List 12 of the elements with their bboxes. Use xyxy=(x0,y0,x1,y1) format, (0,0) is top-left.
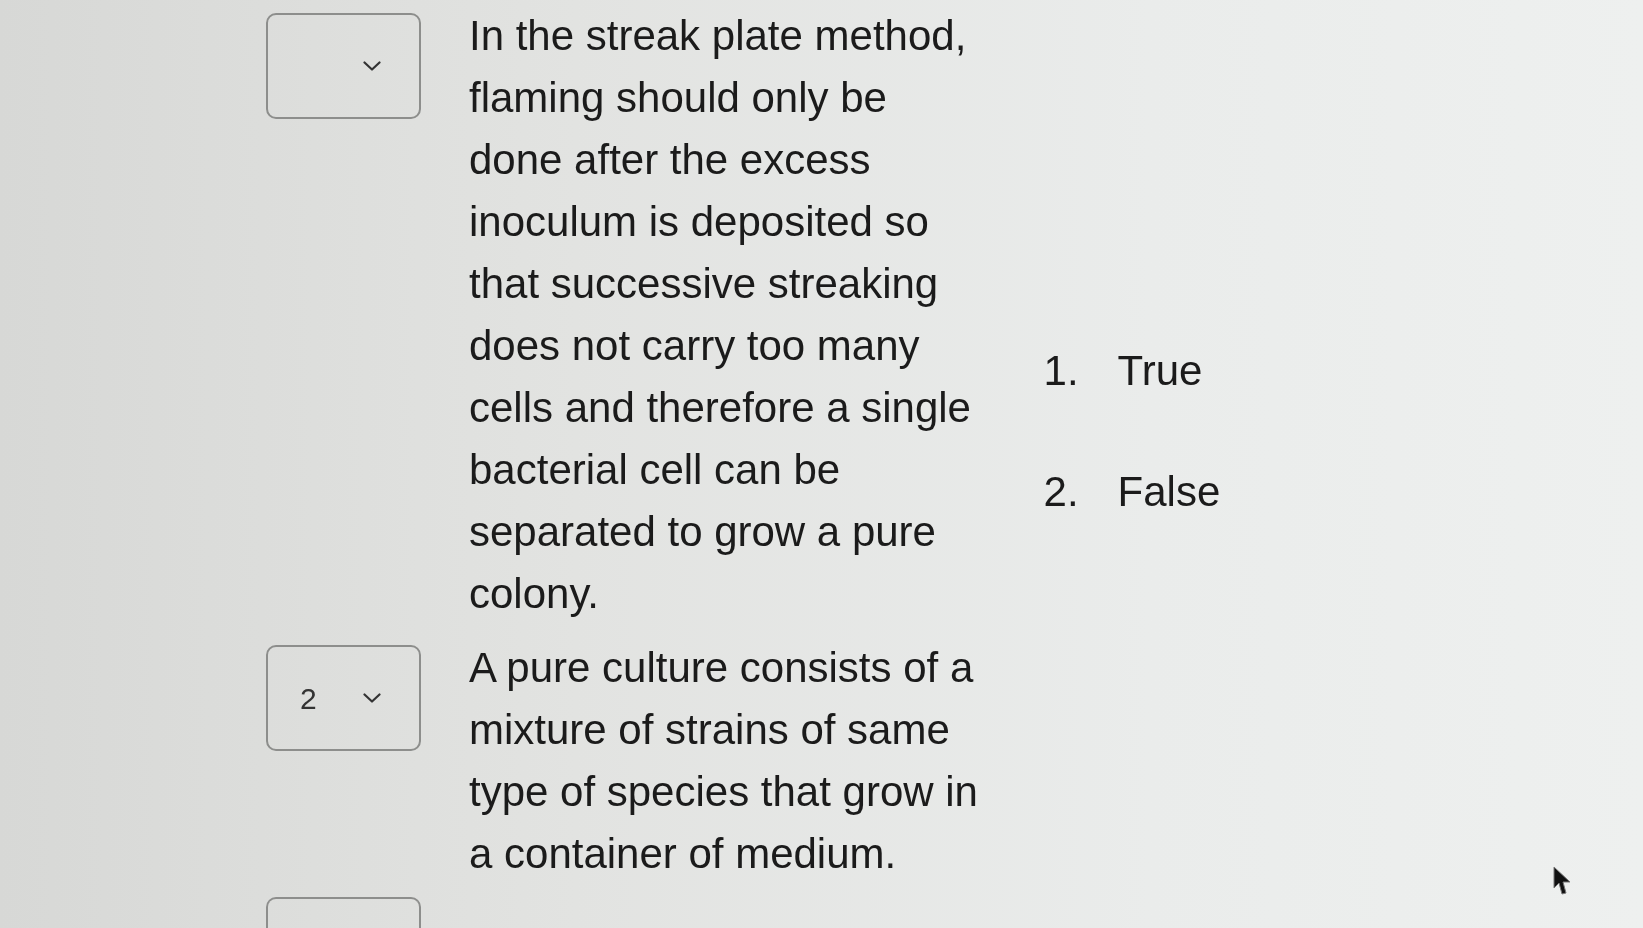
option-number: 2. xyxy=(1043,467,1080,517)
answer-dropdown[interactable] xyxy=(266,13,421,119)
option-text: False xyxy=(1117,467,1221,517)
question-text: A pure culture consists of a mixture of strains of same type of species that grow in a container of medium. xyxy=(469,643,979,879)
option-text: True xyxy=(1117,346,1203,396)
answer-dropdown[interactable]: 2 xyxy=(266,645,421,751)
answer-dropdown[interactable] xyxy=(266,897,421,928)
mouse-pointer-icon xyxy=(1552,866,1572,896)
chevron-down-icon xyxy=(363,61,381,71)
chevron-down-icon xyxy=(363,693,381,703)
option-number: 1. xyxy=(1043,346,1080,396)
question-text: In the streak plate method, flaming should only be done after the excess inoculum is deposited so that successive streaking does not carry too many cells and therefore a single bacterial cell can be separated to grow a pure colony. xyxy=(469,11,972,619)
